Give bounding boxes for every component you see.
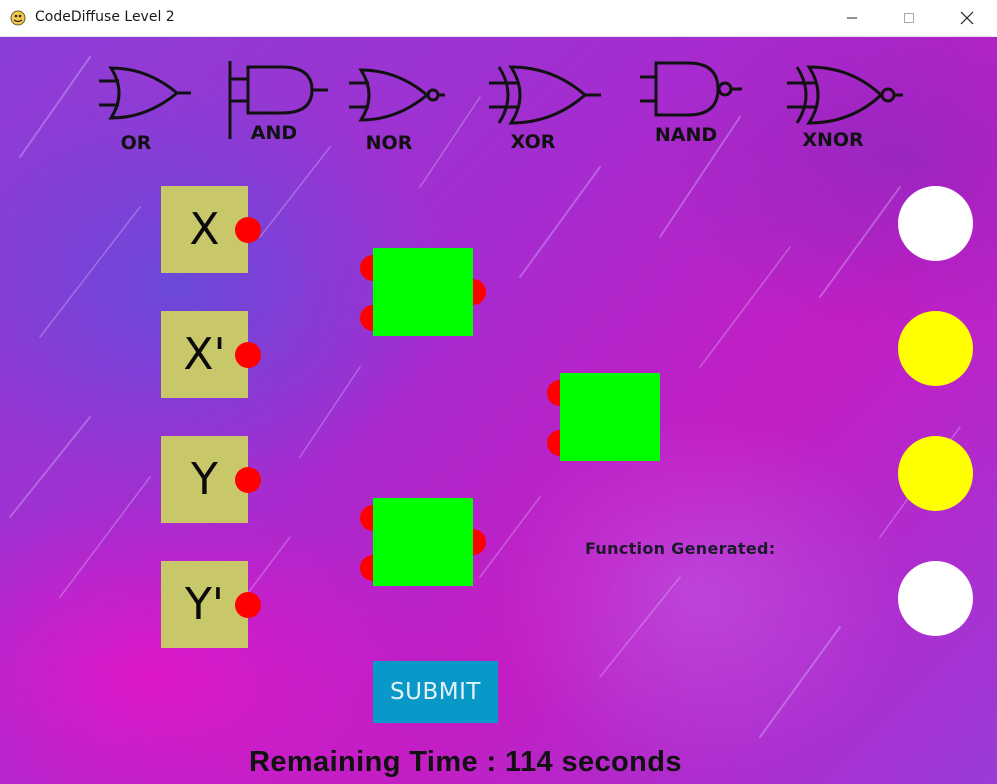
maximize-icon [904, 13, 914, 23]
minimize-icon [847, 17, 857, 19]
window-title: CodeDiffuse Level 2 [35, 9, 175, 25]
output-light-1 [898, 186, 973, 261]
gate-label-nor: NOR [365, 132, 413, 154]
gate-label-nand: NAND [654, 124, 718, 146]
xnor-gate-icon[interactable] [785, 63, 905, 127]
output-pin[interactable] [235, 592, 261, 618]
xor-gate-icon[interactable] [487, 63, 603, 127]
gate-label-and: AND [250, 122, 298, 144]
gate-label-xnor: XNOR [802, 129, 864, 151]
minimize-button[interactable] [823, 0, 881, 36]
nand-gate-icon[interactable] [638, 59, 744, 123]
function-generated-label: Function Generated: [585, 539, 776, 558]
close-button[interactable] [938, 0, 996, 36]
gate-label-xor: XOR [510, 131, 556, 153]
pygame-snake-icon [10, 10, 26, 26]
title-bar: CodeDiffuse Level 2 [0, 0, 997, 37]
maximize-button[interactable] [880, 0, 938, 36]
remaining-time: Remaining Time : 114 seconds [249, 746, 682, 778]
gate-label-or: OR [120, 132, 152, 154]
output-pin[interactable] [235, 342, 261, 368]
output-pin[interactable] [235, 467, 261, 493]
or-gate-icon[interactable] [97, 63, 193, 123]
output-light-3 [898, 436, 973, 511]
submit-button[interactable]: SUBMIT [373, 661, 498, 723]
gate-slot-2[interactable] [373, 498, 473, 586]
nor-gate-icon[interactable] [347, 65, 447, 125]
output-pin[interactable] [235, 217, 261, 243]
output-light-4 [898, 561, 973, 636]
gate-slot-1[interactable] [373, 248, 473, 336]
output-light-2 [898, 311, 973, 386]
close-icon [960, 11, 974, 25]
gate-slot-3[interactable] [560, 373, 660, 461]
game-canvas: OR AND NOR XOR NAND XNOR X X' Y Y' Funct… [0, 37, 997, 784]
